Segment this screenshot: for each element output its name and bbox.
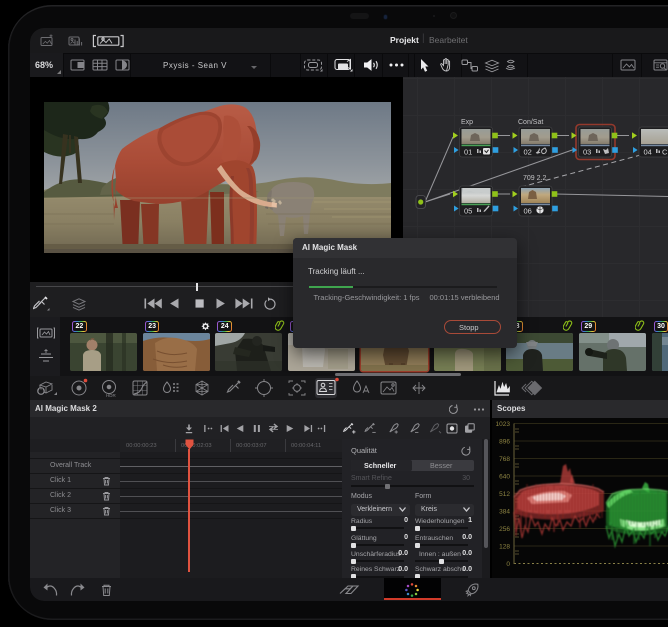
svg-text:0: 0 [506, 561, 510, 568]
svg-text:04: 04 [644, 148, 652, 157]
svg-text:Con/Sat: Con/Sat [518, 119, 543, 126]
svg-text:640: 640 [499, 474, 510, 481]
svg-text:HQ: HQ [339, 65, 346, 70]
svg-text:HDR: HDR [106, 393, 116, 398]
svg-text:384: 384 [499, 509, 510, 516]
svg-text:512: 512 [499, 491, 510, 498]
svg-text:709 2.2: 709 2.2 [523, 175, 546, 182]
svg-text:06: 06 [524, 207, 532, 216]
svg-text:256: 256 [499, 526, 510, 533]
svg-text:02: 02 [524, 148, 532, 157]
svg-text:1023: 1023 [496, 421, 511, 428]
svg-text:03: 03 [583, 148, 591, 157]
svg-text:128: 128 [499, 544, 510, 551]
svg-text:01: 01 [464, 148, 472, 157]
svg-text:896: 896 [499, 439, 510, 446]
svg-text:05: 05 [464, 207, 472, 216]
svg-text:Exp: Exp [461, 119, 473, 126]
svg-text:C: C [662, 148, 668, 157]
svg-text:768: 768 [499, 456, 510, 463]
